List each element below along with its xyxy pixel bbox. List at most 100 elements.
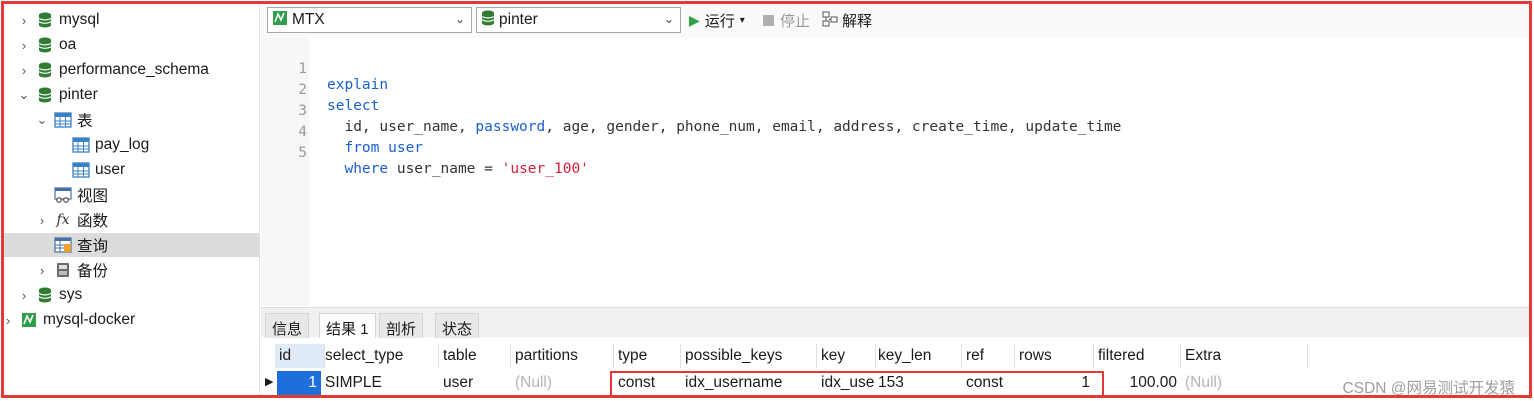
run-label: 运行 [704, 13, 735, 30]
tab-label: 结果 1 [326, 321, 369, 338]
grid-cell[interactable]: user [439, 371, 511, 395]
column-header[interactable]: partitions [511, 344, 614, 368]
code-token: from user [327, 140, 424, 156]
play-icon: ▶ [689, 12, 700, 28]
tree-item-label: 查询 [77, 238, 109, 255]
tab-info[interactable]: 信息 [265, 313, 310, 339]
tree-item-label: oa [59, 36, 77, 53]
column-header[interactable]: table [439, 344, 511, 368]
tree-item-oa[interactable]: › oa [4, 33, 260, 57]
tree-item-label: 视图 [77, 188, 109, 205]
tree-item-sys[interactable]: › sys [4, 283, 260, 307]
column-header[interactable]: key_len [874, 344, 962, 368]
tree-item-performance-schema[interactable]: › performance_schema [4, 58, 260, 82]
database-icon [36, 286, 54, 304]
tree-item-label: pay_log [95, 136, 150, 153]
grid-cell[interactable]: 1 [277, 371, 321, 395]
table-icon [72, 161, 90, 179]
tree-item-tables[interactable]: ⌄ 表 [4, 108, 260, 132]
code-token: 'user_100' [501, 161, 589, 177]
view-icon [54, 186, 72, 204]
caret-down-icon[interactable]: ▾ [740, 15, 745, 26]
row-pointer-icon: ▶ [265, 376, 274, 388]
code-token: , age, gender, phone_num, email, address… [545, 119, 1122, 135]
chevron-right-icon[interactable]: › [36, 258, 48, 282]
tree-item-user[interactable]: user [4, 158, 260, 182]
connection-icon [272, 10, 288, 30]
chevron-right-icon[interactable]: › [18, 33, 30, 57]
tab-status[interactable]: 状态 [435, 313, 480, 339]
tree-item-views[interactable]: 视图 [4, 183, 260, 207]
chevron-right-icon[interactable]: › [18, 8, 30, 32]
column-header[interactable]: rows [1015, 344, 1094, 368]
tree-item-label: 备份 [77, 263, 109, 280]
code-line: 3 id, user_name, password, age, gender, … [261, 87, 1121, 135]
tab-label: 状态 [442, 321, 473, 338]
database-icon [36, 11, 54, 29]
tree-item-backup[interactable]: › 备份 [4, 258, 260, 282]
code-token: id, user_name, [327, 119, 476, 135]
backup-icon [54, 261, 72, 279]
code-line: 1 explain [261, 45, 388, 93]
code-token: explain [327, 77, 389, 93]
tab-label: 信息 [272, 321, 303, 338]
chevron-down-icon[interactable]: ⌄ [36, 108, 48, 132]
result-tab-bar: 信息 结果 1 剖析 状态 [261, 307, 1529, 339]
chevron-down-icon[interactable]: ⌄ [18, 83, 30, 107]
chevron-down-icon: ⌄ [663, 12, 674, 26]
tree-item-queries[interactable]: 查询 [4, 233, 260, 257]
run-button[interactable]: ▶ 运行 ▾ [689, 10, 745, 31]
tree-item-functions[interactable]: › fx 函数 [4, 208, 260, 232]
chevron-right-icon[interactable]: › [4, 308, 14, 332]
chevron-right-icon[interactable]: › [36, 208, 48, 232]
query-toolbar: MTX ⌄ pinter ⌄ ▶ 运行 ▾ 停止 解释 [261, 4, 1529, 38]
connection-select[interactable]: MTX ⌄ [267, 7, 472, 33]
column-header[interactable]: Extra [1181, 344, 1308, 368]
explain-button[interactable]: 解释 [822, 10, 872, 31]
column-header[interactable]: id [275, 344, 325, 368]
column-header[interactable]: ref [962, 344, 1015, 368]
column-header[interactable]: filtered [1094, 344, 1181, 368]
tree-item-label: 函数 [77, 213, 109, 230]
sql-editor[interactable]: 1 explain 2 select 3 id, user_name, pass… [261, 38, 1529, 306]
highlight-box [610, 371, 1104, 395]
tree-item-label: 表 [77, 113, 93, 130]
tree-item-pinter[interactable]: ⌄ pinter [4, 83, 260, 107]
explain-label: 解释 [842, 13, 873, 30]
table-group-icon [54, 111, 72, 129]
tree-item-label: mysql [59, 11, 100, 28]
watermark: CSDN @网易测试开发猿 [1342, 380, 1515, 397]
code-token: where [327, 161, 389, 177]
tree-item-mysql[interactable]: › mysql [4, 8, 260, 32]
database-icon [36, 36, 54, 54]
tab-profile[interactable]: 剖析 [379, 313, 424, 339]
grid-cell[interactable]: 100.00 [1094, 371, 1181, 395]
column-header[interactable]: select_type [321, 344, 439, 368]
grid-cell[interactable]: SIMPLE [321, 371, 439, 395]
database-value: pinter [499, 11, 538, 28]
stop-button[interactable]: 停止 [763, 10, 810, 31]
tree-item-label: sys [59, 286, 83, 303]
tab-label: 剖析 [386, 321, 417, 338]
tree-item-label: pinter [59, 86, 98, 103]
chevron-right-icon[interactable]: › [18, 283, 30, 307]
chevron-right-icon[interactable]: › [18, 58, 30, 82]
connection-icon [20, 311, 38, 329]
line-number: 5 [298, 145, 307, 161]
database-select[interactable]: pinter ⌄ [476, 7, 681, 33]
column-header[interactable]: type [614, 344, 681, 368]
grid-cell[interactable]: (Null) [1181, 371, 1308, 395]
code-token: password [475, 119, 546, 135]
tree-item-pay-log[interactable]: pay_log [4, 133, 260, 157]
grid-cell[interactable]: (Null) [511, 371, 614, 395]
column-header[interactable]: key [817, 344, 876, 368]
column-header[interactable]: possible_keys [681, 344, 817, 368]
tree-item-label: performance_schema [59, 61, 209, 78]
chevron-down-icon: ⌄ [454, 12, 465, 26]
code-line: 4 from user [261, 108, 423, 156]
code-line: 2 select [261, 66, 379, 114]
window-frame: › mysql › oa › performance_schema ⌄ pint… [1, 1, 1532, 398]
code-token: select [327, 98, 380, 114]
tree-item-mysql-docker[interactable]: › mysql-docker [4, 308, 260, 332]
tab-result-1[interactable]: 结果 1 [319, 313, 376, 339]
